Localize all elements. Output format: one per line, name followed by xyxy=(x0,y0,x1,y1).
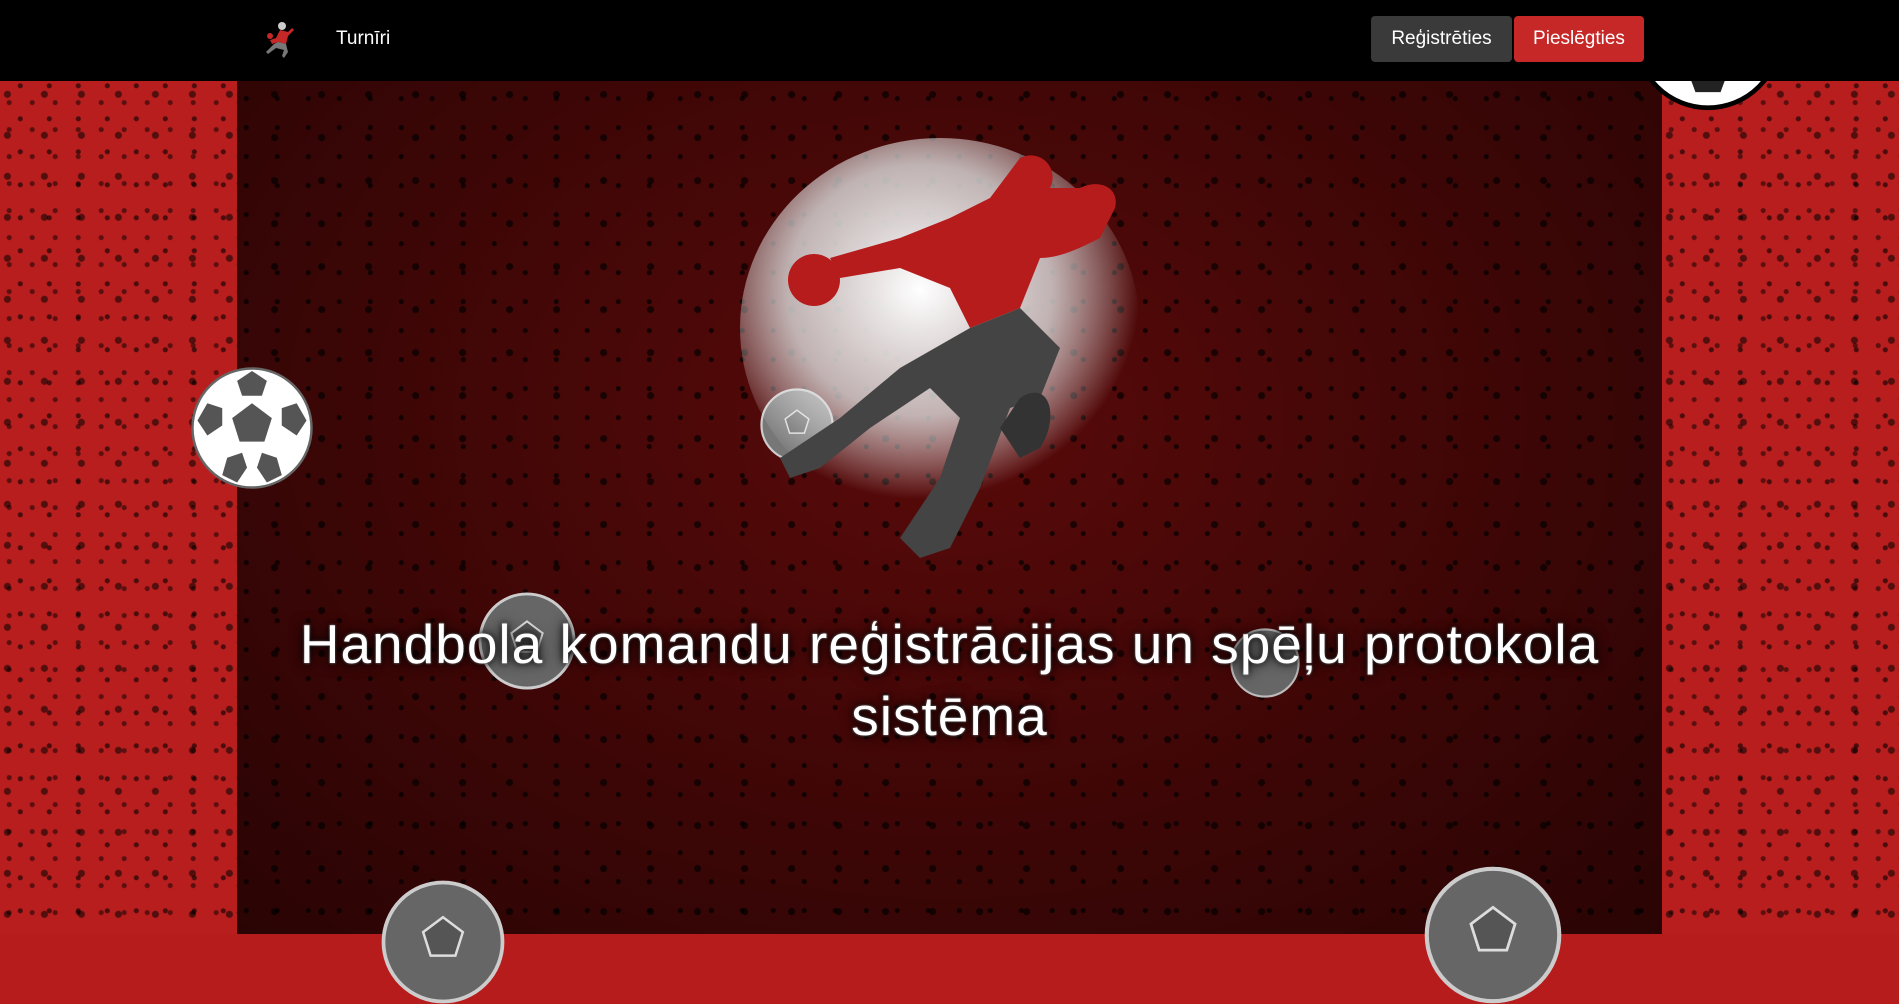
page-title: Handbola komandu reģistrācijas un spēļu … xyxy=(299,613,1600,747)
navbar: Turnīri Reģistrēties Pieslēgties xyxy=(0,0,1899,81)
handball-player-logo[interactable] xyxy=(258,18,302,62)
handball-ball-icon xyxy=(381,880,505,1004)
handball-player-silhouette xyxy=(740,138,1140,558)
login-button[interactable]: Pieslēgties xyxy=(1514,16,1644,62)
register-button[interactable]: Reģistrēties xyxy=(1371,16,1512,62)
handball-ball-icon xyxy=(1424,866,1562,1004)
nav-link-tournaments[interactable]: Turnīri xyxy=(336,28,390,50)
handball-ball-icon xyxy=(191,367,313,489)
background-right-splatter xyxy=(1662,0,1899,934)
